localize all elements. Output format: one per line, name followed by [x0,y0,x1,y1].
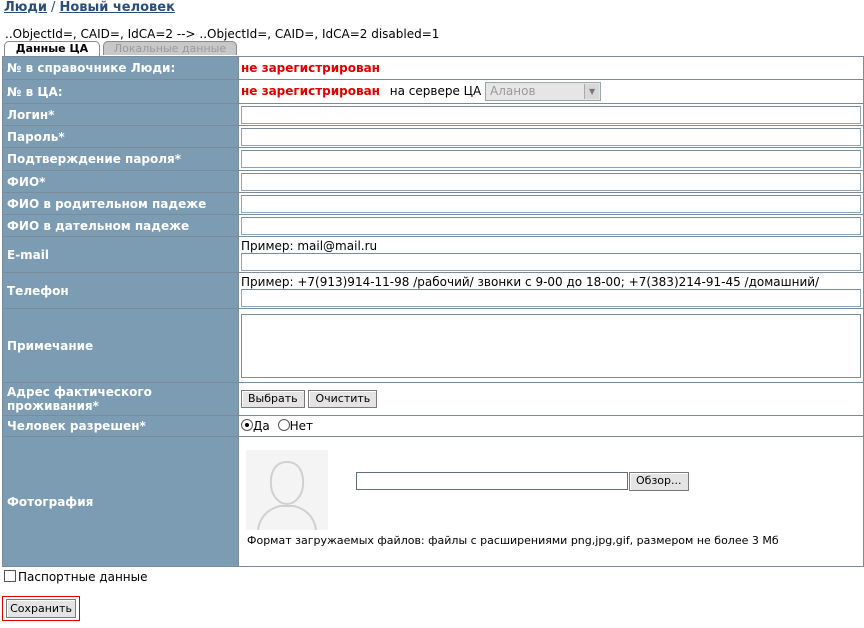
fio-input[interactable] [241,172,861,191]
phone-input[interactable] [241,288,861,307]
debug-line: ..ObjectId=, CAID=, IdCA=2 --> ..ObjectI… [5,27,440,41]
allowed-yes-label: Да [253,419,270,433]
tab-ca-data[interactable]: Данные ЦА [4,41,100,56]
address-clear-button[interactable]: Очистить [308,390,378,408]
login-input[interactable] [241,105,861,124]
avatar-silhouette-icon [257,460,317,531]
photo-placeholder [246,450,328,531]
save-button-highlight: Сохранить [2,596,80,621]
allowed-no-radio[interactable] [277,419,290,431]
chevron-down-icon: ▼ [584,84,600,99]
allowed-label: Человек разрешен* [2,415,239,437]
email-input[interactable] [241,252,861,271]
fio-dative-label: ФИО в дательном падеже [2,214,239,237]
passport-checkbox[interactable] [4,570,16,582]
email-label: E-mail [2,236,239,273]
registry-no-status: не зарегистрирован [241,61,380,75]
address-select-button[interactable]: Выбрать [241,390,305,408]
breadcrumb: Люди / Новый человек [4,0,175,15]
tab-local-data[interactable]: Локальные данные [103,41,237,55]
photo-label: Фотография [2,436,239,567]
password-label: Пароль* [2,125,239,148]
breadcrumb-separator: / [51,0,56,15]
address-label: Адрес фактического проживания* [2,382,239,416]
breadcrumb-new-person-link[interactable]: Новый человек [59,0,175,15]
allowed-yes-radio[interactable] [241,419,253,431]
photo-file-input[interactable] [356,472,628,490]
password-confirm-label: Подтверждение пароля* [2,147,239,171]
ca-no-label: № в ЦА: [2,79,239,104]
photo-browse-button[interactable]: Обзор... [629,472,689,491]
allowed-no-label: Нет [289,419,313,433]
breadcrumb-people-link[interactable]: Люди [4,0,47,15]
server-select-value: Аланов [490,84,536,98]
phone-hint: Пример: +7(913)914-11-98 /рабочий/ звонк… [241,274,820,289]
passport-label: Паспортные данные [18,570,148,584]
fio-label: ФИО* [2,170,239,193]
phone-label: Телефон [2,272,239,309]
password-confirm-input[interactable] [241,150,861,168]
email-hint: Пример: mail@mail.ru [241,238,378,253]
photo-format-note: Формат загружаемых файлов: файлы с расши… [247,534,779,547]
login-label: Логин* [2,103,239,126]
person-form: № в справочнике Люди: не зарегистрирован… [2,56,864,567]
save-button[interactable]: Сохранить [6,599,76,618]
server-label: на сервере ЦА [389,84,482,98]
ca-no-status: не зарегистрирован [241,84,380,98]
server-select[interactable]: Аланов ▼ [485,82,602,101]
password-input[interactable] [241,127,861,146]
fio-dative-input[interactable] [241,216,861,235]
passport-toggle[interactable]: Паспортные данные [4,570,148,584]
fio-genitive-label: ФИО в родительном падеже [2,192,239,215]
note-textarea[interactable] [241,313,861,378]
fio-genitive-input[interactable] [241,194,861,213]
note-label: Примечание [2,308,239,383]
registry-no-label: № в справочнике Люди: [2,56,239,80]
